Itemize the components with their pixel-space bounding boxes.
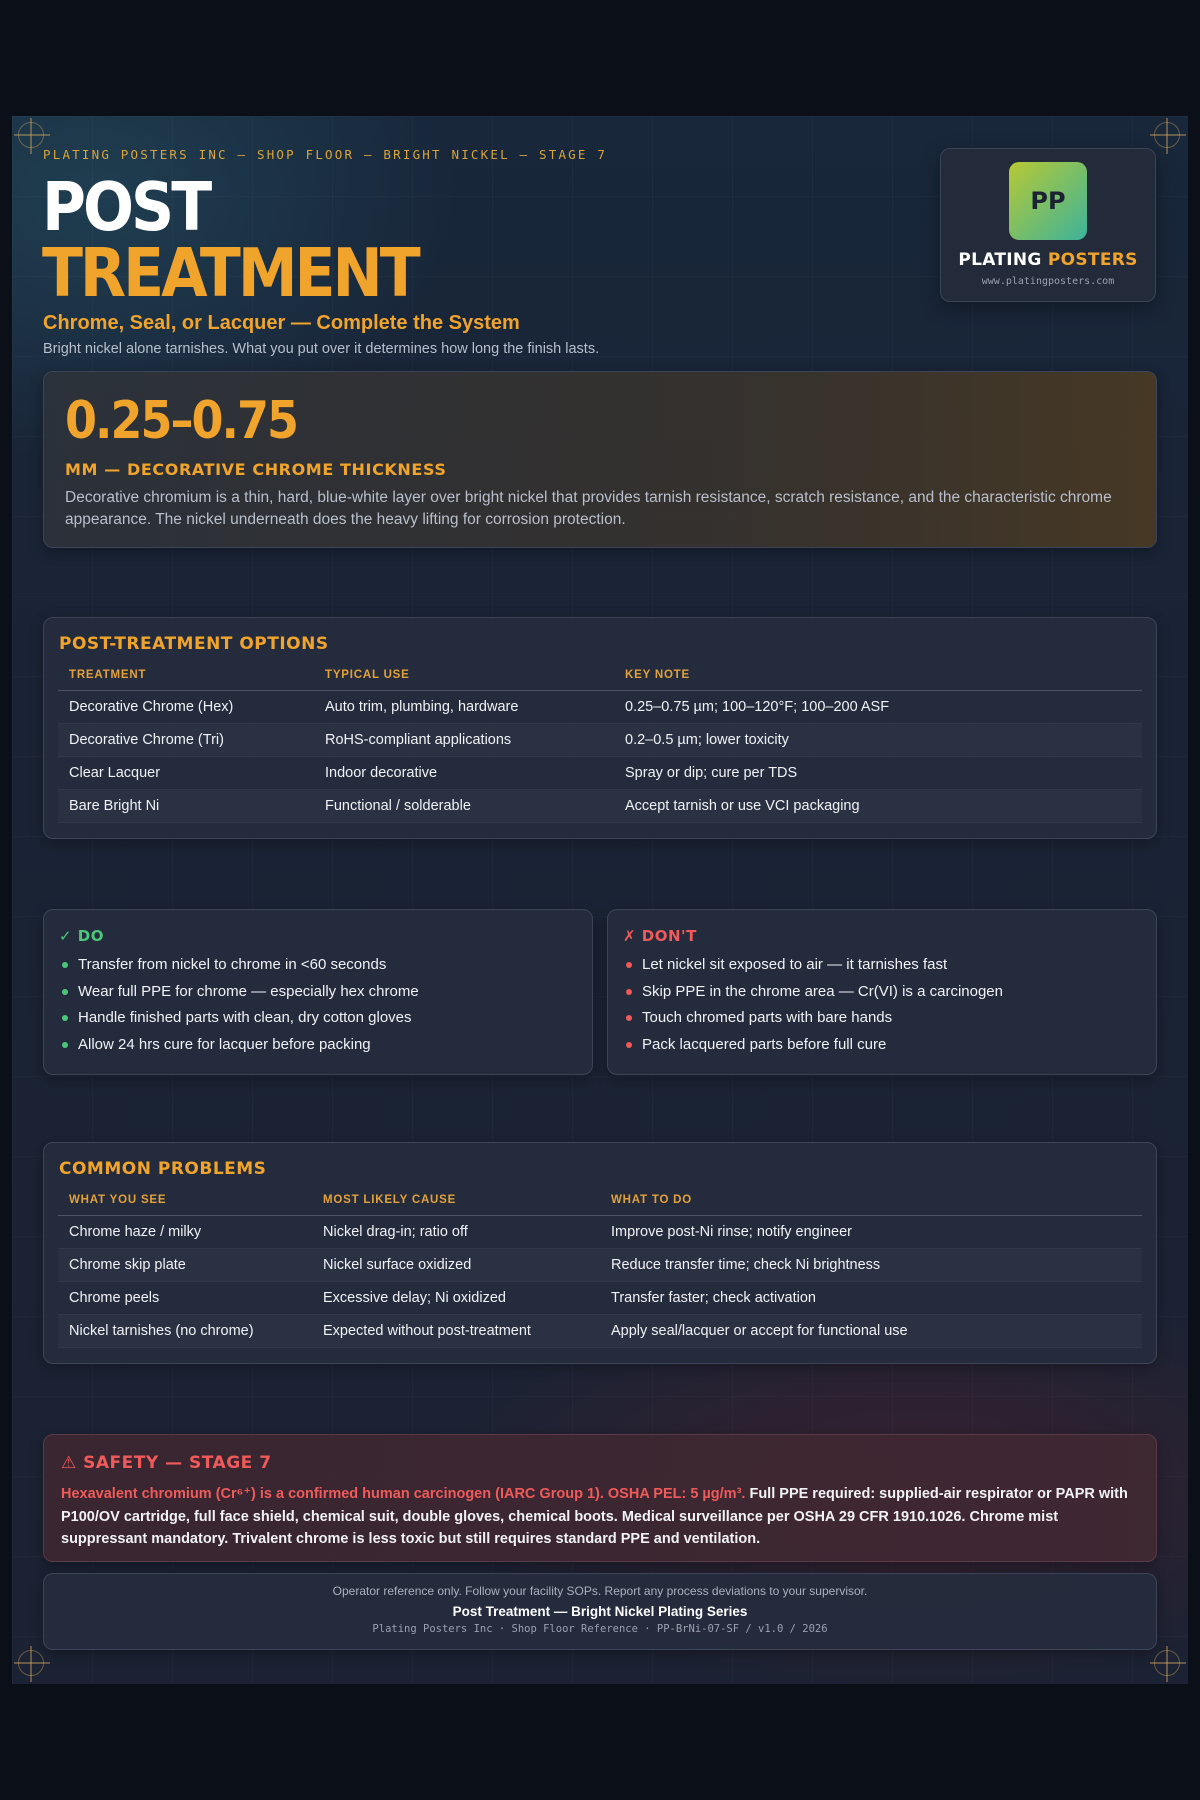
list-item: Touch chromed parts with bare hands — [626, 1009, 1003, 1036]
table-cell: Chrome skip plate — [58, 1248, 312, 1282]
list-item: Pack lacquered parts before full cure — [626, 1036, 1003, 1063]
brand-name-first: PLATING — [958, 250, 1042, 270]
table-row: Decorative Chrome (Hex) Auto trim, plumb… — [58, 690, 1142, 724]
table-header-row: WHAT YOU SEE MOST LIKELY CAUSE WHAT TO D… — [58, 1191, 1142, 1216]
page-subtitle: Chrome, Seal, or Lacquer — Complete the … — [43, 312, 520, 334]
crosshair-icon — [1150, 1646, 1186, 1682]
column-header: KEY NOTE — [614, 666, 1142, 691]
table-cell: Apply seal/lacquer or accept for functio… — [600, 1314, 1142, 1348]
table-row: Chrome skip plate Nickel surface oxidize… — [58, 1248, 1142, 1282]
column-header: TYPICAL USE — [314, 666, 614, 691]
table-cell: Chrome haze / milky — [58, 1215, 312, 1249]
list-item: Let nickel sit exposed to air — it tarni… — [626, 956, 1003, 983]
brand-logo-icon: PP — [1009, 162, 1087, 240]
safety-warning: Hexavalent chromium (Cr⁶⁺) is a confirme… — [61, 1486, 746, 1502]
brand-url: www.platingposters.com — [981, 276, 1115, 287]
table-row: Clear Lacquer Indoor decorative Spray or… — [58, 756, 1142, 790]
crosshair-icon — [14, 1646, 50, 1682]
table-row: Bare Bright Ni Functional / solderable A… — [58, 789, 1142, 823]
table-header-row: TREATMENT TYPICAL USE KEY NOTE — [58, 666, 1142, 691]
hero-text: Decorative chromium is a thin, hard, blu… — [65, 489, 1112, 528]
brand-card: PP PLATING POSTERS www.platingposters.co… — [940, 148, 1156, 302]
problems-table: WHAT YOU SEE MOST LIKELY CAUSE WHAT TO D… — [58, 1191, 1142, 1348]
table-cell: Accept tarnish or use VCI packaging — [614, 789, 1142, 823]
column-header: WHAT YOU SEE — [58, 1191, 312, 1216]
table-cell: Functional / solderable — [314, 789, 614, 823]
table-cell: Nickel drag-in; ratio off — [312, 1215, 600, 1249]
table-cell: Nickel tarnishes (no chrome) — [58, 1314, 312, 1348]
table-cell: 0.25–0.75 µm; 100–120°F; 100–200 ASF — [614, 690, 1142, 724]
table-row: Nickel tarnishes (no chrome) Expected wi… — [58, 1314, 1142, 1348]
table-cell: Transfer faster; check activation — [600, 1281, 1142, 1315]
poster: PLATING POSTERS INC — SHOP FLOOR — BRIGH… — [12, 116, 1188, 1684]
list-item: Handle finished parts with clean, dry co… — [62, 1009, 419, 1036]
options-table: TREATMENT TYPICAL USE KEY NOTE Decorativ… — [58, 666, 1142, 823]
do-list: Transfer from nickel to chrome in <60 se… — [62, 956, 419, 1062]
table-cell: Decorative Chrome (Hex) — [58, 690, 314, 724]
table-cell: Excessive delay; Ni oxidized — [312, 1281, 600, 1315]
hero-card: 0.25–0.75 MM — DECORATIVE CHROME THICKNE… — [43, 371, 1157, 548]
table-cell: Expected without post-treatment — [312, 1314, 600, 1348]
dont-list: Let nickel sit exposed to air — it tarni… — [626, 956, 1003, 1062]
list-item: Wear full PPE for chrome — especially he… — [62, 983, 419, 1010]
footer-note: Operator reference only. Follow your fac… — [332, 1584, 868, 1598]
column-header: TREATMENT — [58, 666, 314, 691]
dont-card: ✗ DON'T Let nickel sit exposed to air — … — [607, 909, 1157, 1075]
overline: PLATING POSTERS INC — SHOP FLOOR — BRIGH… — [43, 147, 608, 162]
hero-value: 0.25–0.75 — [65, 390, 299, 451]
table-row: Decorative Chrome (Tri) RoHS-compliant a… — [58, 723, 1142, 757]
page-title-line2: TREATMENT — [42, 234, 421, 314]
footer-reference: Plating Posters Inc · Shop Floor Referen… — [372, 1623, 828, 1635]
table-cell: Chrome peels — [58, 1281, 312, 1315]
table-row: Chrome haze / milky Nickel drag-in; rati… — [58, 1215, 1142, 1249]
table-cell: Clear Lacquer — [58, 756, 314, 790]
table-cell: Indoor decorative — [314, 756, 614, 790]
page-lede: Bright nickel alone tarnishes. What you … — [43, 341, 600, 357]
table-cell: Improve post-Ni rinse; notify engineer — [600, 1215, 1142, 1249]
footer-series: Post Treatment — Bright Nickel Plating S… — [452, 1604, 748, 1619]
table-cell: Auto trim, plumbing, hardware — [314, 690, 614, 724]
safety-text: Hexavalent chromium (Cr⁶⁺) is a confirme… — [61, 1483, 1141, 1551]
do-card: ✓ DO Transfer from nickel to chrome in <… — [43, 909, 593, 1075]
footer-card: Operator reference only. Follow your fac… — [43, 1573, 1157, 1650]
table-cell: 0.2–0.5 µm; lower toxicity — [614, 723, 1142, 757]
table-cell: Reduce transfer time; check Ni brightnes… — [600, 1248, 1142, 1282]
safety-card: ⚠ SAFETY — STAGE 7 Hexavalent chromium (… — [43, 1434, 1157, 1562]
table-cell: Decorative Chrome (Tri) — [58, 723, 314, 757]
do-title: ✓ DO — [59, 927, 104, 945]
column-header: WHAT TO DO — [600, 1191, 1142, 1216]
table-cell: Bare Bright Ni — [58, 789, 314, 823]
table-cell: RoHS-compliant applications — [314, 723, 614, 757]
list-item: Allow 24 hrs cure for lacquer before pac… — [62, 1036, 419, 1063]
crosshair-icon — [1150, 118, 1186, 154]
problems-title: COMMON PROBLEMS — [59, 1159, 267, 1179]
dont-title: ✗ DON'T — [623, 927, 697, 945]
list-item: Transfer from nickel to chrome in <60 se… — [62, 956, 419, 983]
problems-card: COMMON PROBLEMS WHAT YOU SEE MOST LIKELY… — [43, 1142, 1157, 1364]
brand-name: PLATING POSTERS — [941, 250, 1155, 270]
crosshair-icon — [14, 118, 50, 154]
hero-label: MM — DECORATIVE CHROME THICKNESS — [65, 460, 447, 479]
options-card: POST-TREATMENT OPTIONS TREATMENT TYPICAL… — [43, 617, 1157, 839]
list-item: Skip PPE in the chrome area — Cr(VI) is … — [626, 983, 1003, 1010]
safety-title: ⚠ SAFETY — STAGE 7 — [61, 1453, 272, 1473]
table-cell: Nickel surface oxidized — [312, 1248, 600, 1282]
page-title-line1: POST — [42, 168, 212, 248]
brand-name-second: POSTERS — [1047, 250, 1138, 270]
table-row: Chrome peels Excessive delay; Ni oxidize… — [58, 1281, 1142, 1315]
column-header: MOST LIKELY CAUSE — [312, 1191, 600, 1216]
options-title: POST-TREATMENT OPTIONS — [59, 634, 329, 654]
table-cell: Spray or dip; cure per TDS — [614, 756, 1142, 790]
